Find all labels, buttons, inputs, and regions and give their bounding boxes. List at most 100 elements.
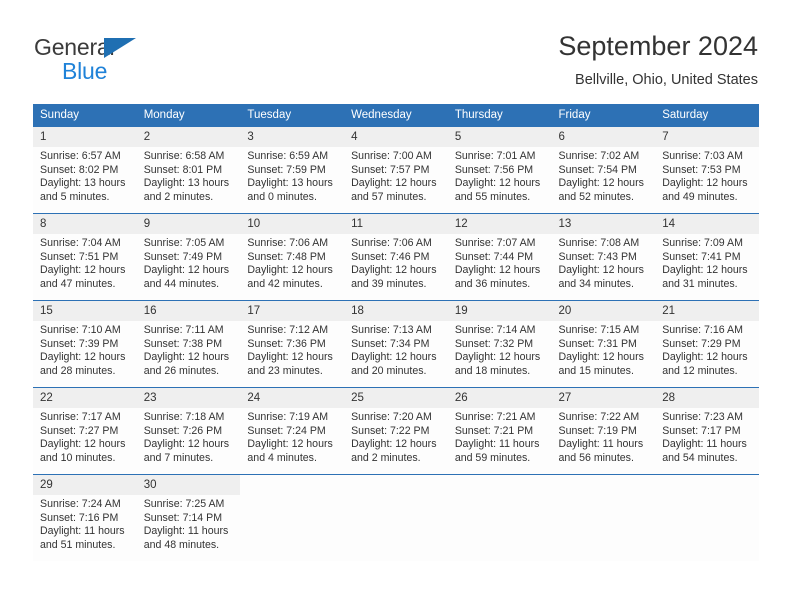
day-cell[interactable]: 5 Sunrise: 7:01 AM Sunset: 7:56 PM Daylight… [447,127,552,213]
daylight-text-line1: Daylight: 12 hours [454,351,541,364]
day-cell-empty [551,475,656,561]
calendar-cell: 28 Sunrise: 7:23 AM Sunset: 7:17 PM Dayligh… [655,387,759,475]
daylight-text-line1: Daylight: 12 hours [351,177,437,190]
day-cell[interactable]: 9 Sunrise: 7:05 AM Sunset: 7:49 PM Daylight… [136,214,241,300]
day-cell[interactable]: 4 Sunrise: 7:00 AM Sunset: 7:57 PM Daylight… [344,127,448,213]
calendar-table: Sunday Monday Tuesday Wednesday Thursday… [33,104,759,561]
day-cell[interactable]: 30 Sunrise: 7:25 AM Sunset: 7:14 PM Dayligh… [136,475,241,561]
day-cell[interactable]: 22 Sunrise: 7:17 AM Sunset: 7:27 PM Dayligh… [33,388,137,474]
calendar-cell: 19 Sunrise: 7:14 AM Sunset: 7:32 PM Dayligh… [447,300,552,388]
day-sun-info: Sunrise: 7:00 AM Sunset: 7:57 PM Daylight:… [344,147,448,204]
day-cell[interactable]: 26 Sunrise: 7:21 AM Sunset: 7:21 PM Dayligh… [447,388,552,474]
day-cell[interactable]: 14 Sunrise: 7:09 AM Sunset: 7:41 PM Dayligh… [655,214,759,300]
sunset-text: Sunset: 7:41 PM [662,250,741,263]
daylight-text-line1: Daylight: 11 hours [662,438,747,451]
day-cell[interactable]: 12 Sunrise: 7:07 AM Sunset: 7:44 PM Dayligh… [447,214,552,300]
daylight-text-line1: Daylight: 12 hours [351,351,437,364]
day-cell[interactable]: 3 Sunrise: 6:59 AM Sunset: 7:59 PM Daylight… [240,127,345,213]
calendar-cell: 25 Sunrise: 7:20 AM Sunset: 7:22 PM Dayligh… [344,387,448,475]
daylight-text-line1: Daylight: 11 hours [558,438,644,451]
page-header: General Blue September 2024 Bellville, O… [0,0,792,100]
calendar-cell: 24 Sunrise: 7:19 AM Sunset: 7:24 PM Dayligh… [240,387,345,475]
daylight-text-line1: Daylight: 12 hours [662,351,748,364]
day-cell[interactable]: 21 Sunrise: 7:16 AM Sunset: 7:29 PM Dayligh… [655,301,759,387]
day-sun-info: Sunrise: 7:21 AM Sunset: 7:21 PM Daylight:… [448,408,552,465]
day-number: 5 [447,127,552,147]
day-sun-info: Sunrise: 7:17 AM Sunset: 7:27 PM Daylight:… [33,408,137,465]
daylight-text-line1: Daylight: 12 hours [454,264,541,277]
day-cell[interactable]: 7 Sunrise: 7:03 AM Sunset: 7:53 PM Daylight… [655,127,759,213]
brand-logo-top: General [34,34,274,60]
brand-logo[interactable]: General Blue [34,34,274,90]
day-sun-info: Sunrise: 7:01 AM Sunset: 7:56 PM Daylight:… [448,147,552,204]
day-cell-empty [655,475,759,561]
day-cell[interactable]: 17 Sunrise: 7:12 AM Sunset: 7:36 PM Dayligh… [240,301,345,387]
day-sun-info: Sunrise: 7:03 AM Sunset: 7:53 PM Daylight:… [655,147,759,204]
day-sun-info: Sunrise: 6:58 AM Sunset: 8:01 PM Daylight:… [137,147,241,204]
sunset-text: Sunset: 7:49 PM [143,250,223,263]
day-number: 3 [240,127,345,147]
day-number: 6 [551,127,656,147]
day-cell[interactable]: 8 Sunrise: 7:04 AM Sunset: 7:51 PM Daylight… [33,214,137,300]
calendar-cell: 9 Sunrise: 7:05 AM Sunset: 7:49 PM Daylight… [136,213,241,301]
day-cell[interactable]: 23 Sunrise: 7:18 AM Sunset: 7:26 PM Dayligh… [136,388,241,474]
daylight-text-line2: and 0 minutes. [247,190,317,203]
day-cell[interactable]: 20 Sunrise: 7:15 AM Sunset: 7:31 PM Dayligh… [551,301,656,387]
daylight-text-line2: and 20 minutes. [351,364,427,377]
calendar-cell: 16 Sunrise: 7:11 AM Sunset: 7:38 PM Dayligh… [136,300,241,388]
daylight-text-line1: Daylight: 12 hours [247,264,333,277]
sunset-text: Sunset: 7:57 PM [351,163,430,176]
day-sun-info: Sunrise: 7:02 AM Sunset: 7:54 PM Daylight:… [552,147,656,204]
day-sun-info: Sunrise: 7:18 AM Sunset: 7:26 PM Daylight:… [137,408,241,465]
daylight-text-line1: Daylight: 13 hours [143,177,230,190]
day-cell[interactable]: 6 Sunrise: 7:02 AM Sunset: 7:54 PM Daylight… [551,127,656,213]
day-cell[interactable]: 10 Sunrise: 7:06 AM Sunset: 7:48 PM Dayligh… [240,214,345,300]
day-cell[interactable]: 28 Sunrise: 7:23 AM Sunset: 7:17 PM Dayligh… [655,388,759,474]
day-cell[interactable]: 18 Sunrise: 7:13 AM Sunset: 7:34 PM Dayligh… [344,301,448,387]
day-cell[interactable]: 13 Sunrise: 7:08 AM Sunset: 7:43 PM Dayligh… [551,214,656,300]
sunset-text: Sunset: 7:32 PM [454,337,534,350]
sunset-text: Sunset: 7:36 PM [247,337,326,350]
day-cell[interactable]: 27 Sunrise: 7:22 AM Sunset: 7:19 PM Dayligh… [551,388,656,474]
day-cell[interactable]: 19 Sunrise: 7:14 AM Sunset: 7:32 PM Dayligh… [447,301,552,387]
sunrise-text: Sunrise: 7:15 AM [558,324,640,336]
day-cell[interactable]: 24 Sunrise: 7:19 AM Sunset: 7:24 PM Dayligh… [240,388,345,474]
sunset-text: Sunset: 7:17 PM [662,424,741,437]
daylight-text-line2: and 49 minutes. [662,190,738,203]
sunrise-text: Sunrise: 7:07 AM [454,237,536,249]
day-cell[interactable]: 15 Sunrise: 7:10 AM Sunset: 7:39 PM Dayligh… [33,301,137,387]
day-sun-info [240,495,344,498]
calendar-cell: 14 Sunrise: 7:09 AM Sunset: 7:41 PM Dayligh… [655,213,759,301]
sunrise-text: Sunrise: 7:25 AM [143,498,225,510]
day-cell[interactable]: 2 Sunrise: 6:58 AM Sunset: 8:01 PM Daylight… [136,127,241,213]
day-number: 9 [136,214,241,234]
daylight-text-line1: Daylight: 12 hours [247,438,333,451]
sunrise-text: Sunrise: 7:01 AM [454,150,536,162]
day-cell[interactable]: 29 Sunrise: 7:24 AM Sunset: 7:16 PM Dayligh… [33,475,137,561]
sunrise-text: Sunrise: 7:08 AM [558,237,640,249]
daylight-text-line2: and 31 minutes. [662,277,738,290]
sunset-text: Sunset: 7:39 PM [40,337,119,350]
day-cell[interactable]: 11 Sunrise: 7:06 AM Sunset: 7:46 PM Dayligh… [344,214,448,300]
weekday-header-monday: Monday [136,104,241,127]
day-cell-empty [240,475,345,561]
sunrise-text: Sunrise: 7:17 AM [40,411,121,423]
day-number: 22 [33,388,137,408]
day-sun-info: Sunrise: 7:14 AM Sunset: 7:32 PM Daylight:… [448,321,552,378]
day-cell[interactable]: 16 Sunrise: 7:11 AM Sunset: 7:38 PM Dayligh… [136,301,241,387]
sunset-text: Sunset: 7:21 PM [454,424,534,437]
calendar-cell [551,474,656,561]
sunset-text: Sunset: 7:48 PM [247,250,326,263]
daylight-text-line2: and 4 minutes. [247,451,317,464]
calendar-cell: 11 Sunrise: 7:06 AM Sunset: 7:46 PM Dayligh… [344,213,448,301]
day-number: 30 [136,475,241,495]
day-cell[interactable]: 25 Sunrise: 7:20 AM Sunset: 7:22 PM Dayligh… [344,388,448,474]
daylight-text-line2: and 26 minutes. [143,364,220,377]
calendar-cell: 8 Sunrise: 7:04 AM Sunset: 7:51 PM Daylight… [33,213,137,301]
calendar-page: General Blue September 2024 Bellville, O… [0,0,792,612]
day-cell[interactable]: 1 Sunrise: 6:57 AM Sunset: 8:02 PM Daylight… [33,127,137,213]
daylight-text-line1: Daylight: 12 hours [454,177,541,190]
calendar-cell: 21 Sunrise: 7:16 AM Sunset: 7:29 PM Dayligh… [655,300,759,388]
sunrise-text: Sunrise: 7:14 AM [454,324,536,336]
sunrise-text: Sunrise: 7:03 AM [662,150,743,162]
